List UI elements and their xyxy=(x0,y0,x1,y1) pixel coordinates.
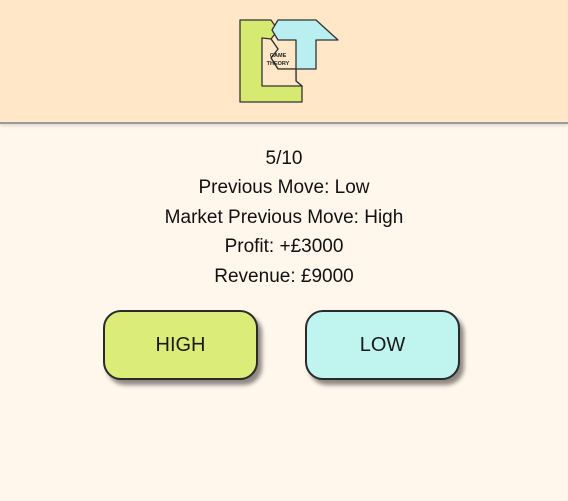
logo-text-line1: GAME xyxy=(270,53,287,59)
revenue-text: Revenue: £9000 xyxy=(214,265,354,287)
high-button[interactable]: HIGH xyxy=(103,310,258,380)
header-bar: GAME THEORY xyxy=(0,0,568,124)
round-counter: 5/10 xyxy=(265,148,303,169)
game-stats: 5/10 Previous Move: Low Market Previous … xyxy=(0,144,568,291)
game-theory-logo: GAME THEORY xyxy=(238,18,340,104)
low-button[interactable]: LOW xyxy=(305,310,460,380)
logo-text-line2: THEORY xyxy=(267,61,290,67)
logo-graphic: GAME THEORY xyxy=(239,19,339,103)
previous-move-text: Previous Move: Low xyxy=(198,177,370,199)
profit-text: Profit: +£3000 xyxy=(224,236,344,258)
market-previous-move-text: Market Previous Move: High xyxy=(164,206,404,228)
